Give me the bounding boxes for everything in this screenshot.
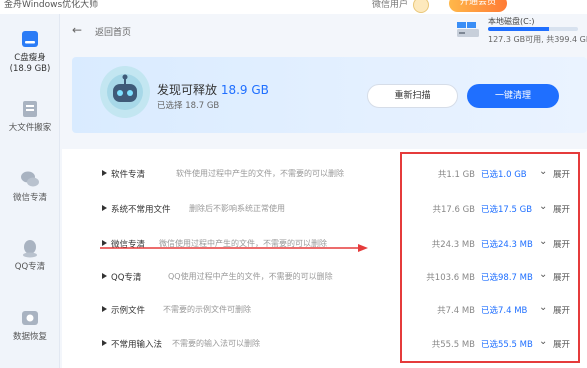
sidebar-item-label: 微信专清	[12, 193, 47, 203]
data-recovery-icon	[22, 311, 38, 325]
wechat-icon	[21, 171, 39, 187]
sidebar-item-label: 数据恢复	[12, 332, 47, 342]
title-bar: 金舟Windows优化大师 微信用户 开通会员	[0, 0, 587, 14]
sidebar-item-qq[interactable]: QQ专清	[0, 237, 60, 273]
back-arrow-icon[interactable]: ←	[72, 23, 82, 37]
disk-icon	[22, 31, 38, 47]
item-description: 删除后不影响系统正常使用	[189, 204, 285, 213]
sidebar-item-data-recovery[interactable]: 数据恢复	[0, 307, 60, 343]
sidebar-item-large-files[interactable]: 大文件搬家	[0, 98, 60, 134]
robot-icon	[100, 66, 150, 118]
hard-drive-icon	[457, 22, 479, 37]
qq-icon	[23, 240, 37, 258]
item-name: 示例文件	[111, 306, 146, 316]
sidebar: C盘瘦身 (18.9 GB) 大文件搬家 微信专清 QQ专清 数据恢复	[0, 14, 60, 368]
item-description: 不需要的示例文件可删除	[163, 305, 251, 314]
item-name: 软件专清	[111, 170, 146, 180]
sidebar-item-label: QQ专清	[14, 262, 46, 272]
vip-button[interactable]: 开通会员	[449, 0, 507, 12]
item-name: 微信专清	[111, 240, 146, 250]
sidebar-item-wechat[interactable]: 微信专清	[0, 168, 60, 204]
item-description: 微信使用过程中产生的文件，不需要的可以删除	[159, 239, 327, 248]
folder-move-icon	[23, 101, 37, 117]
avatar[interactable]	[413, 0, 429, 13]
sidebar-item-label: C盘瘦身	[14, 53, 46, 63]
expand-caret-icon[interactable]	[102, 306, 107, 312]
found-prefix: 发现可释放	[157, 83, 218, 97]
sidebar-item-c-drive[interactable]: C盘瘦身 (18.9 GB)	[0, 28, 60, 75]
selected-size: 已选择 18.7 GB	[157, 101, 220, 111]
expand-caret-icon[interactable]	[102, 240, 107, 246]
sidebar-item-size: (18.9 GB)	[9, 64, 51, 74]
expand-caret-icon[interactable]	[102, 205, 107, 211]
rescan-button[interactable]: 重新扫描	[367, 84, 458, 108]
item-description: 不需要的输入法可以删除	[172, 339, 260, 348]
one-click-clean-button[interactable]: 一键清理	[467, 84, 559, 108]
item-description: QQ使用过程中产生的文件，不需要的可以删除	[168, 272, 333, 281]
disk-usage-bar	[488, 27, 578, 31]
disk-usage-fill	[488, 27, 550, 31]
found-size: 18.9 GB	[220, 83, 269, 97]
expand-caret-icon[interactable]	[102, 273, 107, 279]
found-summary: 发现可释放 18.9 GB	[157, 81, 269, 98]
user-name[interactable]: 微信用户	[372, 0, 408, 11]
disk-label: 本地磁盘(C:)	[488, 17, 535, 26]
item-name: QQ专清	[111, 273, 142, 283]
item-name: 不常用输入法	[111, 340, 163, 350]
annotation-highlight-box	[400, 152, 580, 363]
item-name: 系统不常用文件	[111, 205, 171, 215]
disk-stats: 127.3 GB可用, 共399.4 GB	[488, 35, 587, 44]
item-description: 软件使用过程中产生的文件，不需要的可以删除	[176, 169, 344, 178]
back-link[interactable]: 返回首页	[95, 25, 131, 38]
expand-caret-icon[interactable]	[102, 170, 107, 176]
expand-caret-icon[interactable]	[102, 340, 107, 346]
sidebar-item-label: 大文件搬家	[8, 123, 52, 133]
app-title: 金舟Windows优化大师	[4, 0, 99, 10]
